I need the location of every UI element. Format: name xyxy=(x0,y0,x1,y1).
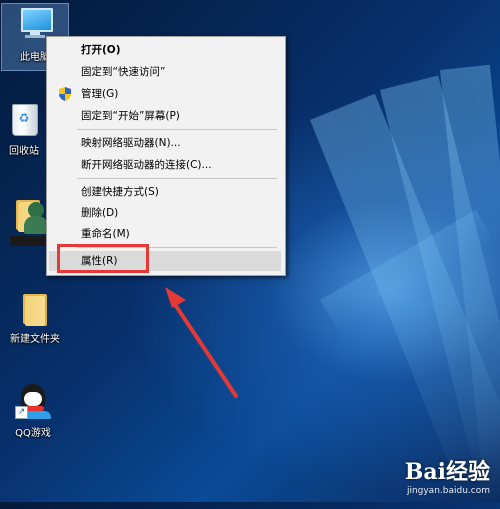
watermark-logo: Bai经验 xyxy=(404,459,490,485)
baidu-jingyan-watermark: Bai经验 jingyan.baidu.com xyxy=(405,454,490,496)
watermark-url: jingyan.baidu.com xyxy=(406,486,490,496)
pointer-arrow-annotation xyxy=(165,287,238,398)
